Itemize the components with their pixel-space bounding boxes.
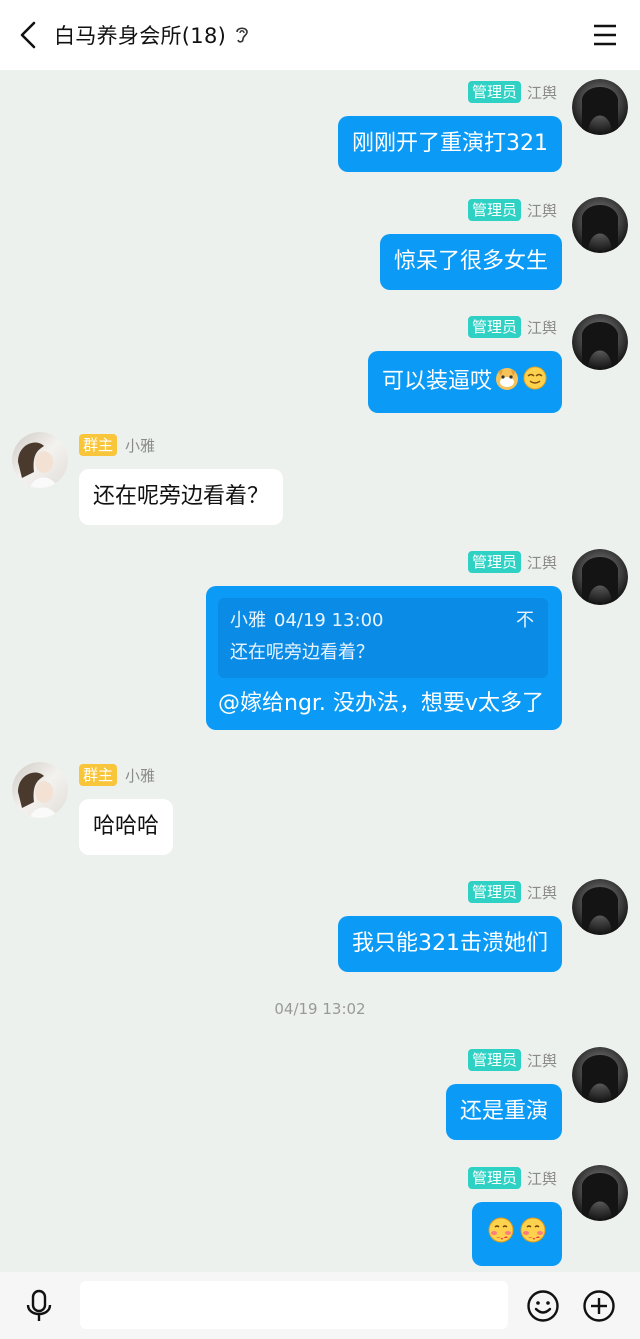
blush-emoji-icon <box>486 1216 516 1252</box>
message-bubble[interactable]: 可以装逼哎 <box>367 351 562 413</box>
message-bubble[interactable]: 还在呢旁边看着？ <box>79 469 284 525</box>
avatar[interactable] <box>572 1165 628 1221</box>
sender-meta: 管理员 江舆 <box>467 1048 557 1072</box>
quote-header: 小雅 04/19 13:00 <box>230 608 536 634</box>
avatar[interactable] <box>572 197 628 253</box>
admin-badge: 管理员 <box>467 1167 521 1189</box>
back-button[interactable] <box>2 0 54 70</box>
chat-title[interactable]: 白马养身会所(18) <box>54 20 226 50</box>
quote-author: 小雅 <box>230 610 266 631</box>
message-text: 可以装逼哎 <box>381 369 492 394</box>
sender-meta: 管理员 江舆 <box>467 198 557 222</box>
chat-header: 白马养身会所(18) <box>0 0 640 70</box>
message-bubble[interactable]: 我只能321击溃她们 <box>338 916 562 972</box>
emoji-button[interactable] <box>526 1289 560 1323</box>
sender-meta: 管理员 江舆 <box>467 80 557 104</box>
avatar[interactable] <box>572 879 628 935</box>
sender-name: 小雅 <box>125 436 156 455</box>
timestamp-divider: 04/19 13:02 <box>274 1000 366 1018</box>
sender-name: 江舆 <box>526 553 557 572</box>
plus-icon <box>583 1290 615 1322</box>
message-bubble[interactable]: 刚刚开了重演打321 <box>338 116 562 172</box>
back-icon <box>20 21 36 49</box>
voice-button[interactable] <box>24 1289 54 1323</box>
reply-message-bubble[interactable]: 小雅 04/19 13:00 还在呢旁边看着？ 不 @嫁给ngr. 没办法，想要… <box>206 586 562 730</box>
admin-badge: 管理员 <box>467 1049 521 1071</box>
avatar[interactable] <box>572 1047 628 1103</box>
input-bar <box>0 1272 640 1339</box>
message-list[interactable]: 管理员 江舆 刚刚开了重演打321 管理员 江舆 惊呆了很多女生 管理员 江舆 … <box>0 70 640 1272</box>
sender-name: 江舆 <box>526 83 557 102</box>
owner-badge: 群主 <box>79 434 118 456</box>
avatar[interactable] <box>12 762 68 818</box>
admin-badge: 管理员 <box>467 551 521 573</box>
menu-icon <box>594 24 616 46</box>
sender-name: 小雅 <box>125 766 156 785</box>
reply-text: @嫁给ngr. 没办法，想要v太多了 <box>218 691 544 716</box>
message-input[interactable] <box>80 1281 508 1329</box>
message-bubble[interactable]: 还是重演 <box>445 1084 562 1140</box>
sender-meta: 群主 小雅 <box>79 433 155 457</box>
ear-icon[interactable] <box>234 25 250 45</box>
admin-badge: 管理员 <box>467 199 521 221</box>
sender-meta: 管理员 江舆 <box>467 1166 557 1190</box>
admin-badge: 管理员 <box>467 81 521 103</box>
message-bubble[interactable]: 惊呆了很多女生 <box>379 234 562 290</box>
avatar[interactable] <box>572 549 628 605</box>
admin-badge: 管理员 <box>467 316 521 338</box>
avatar[interactable] <box>572 314 628 370</box>
menu-button[interactable] <box>592 22 618 48</box>
blush-emoji-icon <box>518 1216 548 1252</box>
sender-name: 江舆 <box>526 883 557 902</box>
quoted-message[interactable]: 小雅 04/19 13:00 还在呢旁边看着？ 不 <box>218 598 548 678</box>
message-bubble[interactable] <box>472 1202 562 1266</box>
owner-badge: 群主 <box>79 764 118 786</box>
dog-emoji-icon <box>494 365 520 399</box>
sender-meta: 管理员 江舆 <box>467 550 557 574</box>
sender-meta: 管理员 江舆 <box>467 880 557 904</box>
emoji-icon <box>527 1290 559 1322</box>
sender-meta: 群主 小雅 <box>79 763 155 787</box>
avatar[interactable] <box>572 79 628 135</box>
admin-badge: 管理员 <box>467 881 521 903</box>
sender-name: 江舆 <box>526 201 557 220</box>
quote-text: 还在呢旁边看着？ <box>230 642 374 663</box>
smile-emoji-icon <box>522 365 548 399</box>
sender-name: 江舆 <box>526 318 557 337</box>
avatar[interactable] <box>12 432 68 488</box>
sender-name: 江舆 <box>526 1169 557 1188</box>
mic-icon <box>26 1289 52 1321</box>
quote-close-label: 不 <box>516 610 534 631</box>
sender-meta: 管理员 江舆 <box>467 315 557 339</box>
sender-name: 江舆 <box>526 1051 557 1070</box>
message-bubble[interactable]: 哈哈哈 <box>79 799 174 855</box>
more-button[interactable] <box>582 1289 616 1323</box>
quote-time: 04/19 13:00 <box>274 610 384 631</box>
